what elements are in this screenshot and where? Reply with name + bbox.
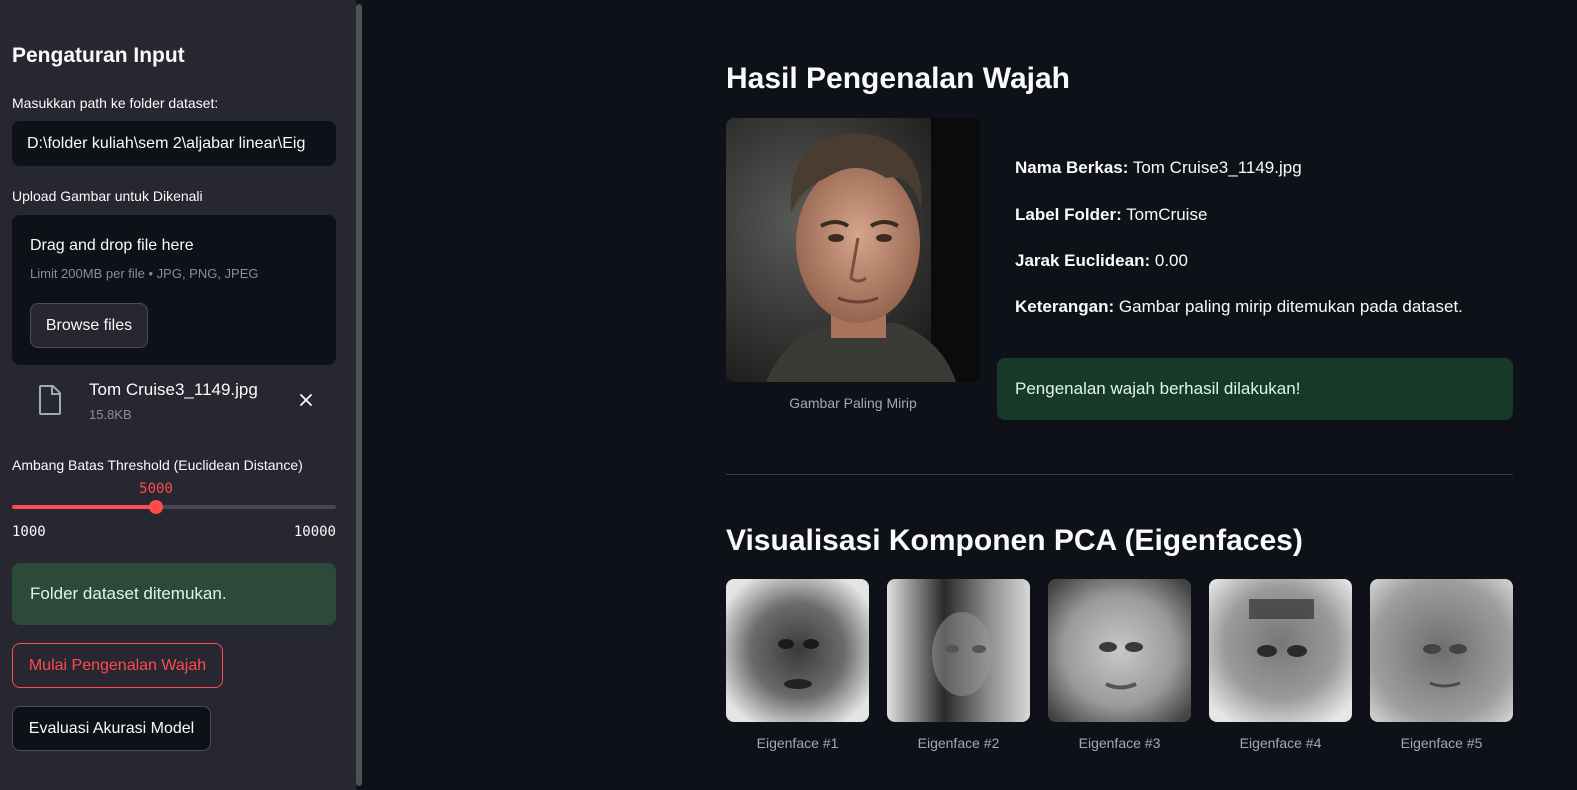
eigenface-caption-5: Eigenface #5 (1400, 735, 1483, 751)
eigenface-caption-4: Eigenface #4 (1239, 735, 1322, 751)
dataset-path-value: D:\folder kuliah\sem 2\aljabar linear\Ei… (27, 134, 306, 152)
info-folder-label-key: Label Folder: (1015, 205, 1122, 224)
slider-fill (12, 505, 156, 509)
eigenface-caption-3: Eigenface #3 (1078, 735, 1161, 751)
info-file-name-value: Tom Cruise3_1149.jpg (1132, 158, 1302, 177)
recognition-success-alert: Pengenalan wajah berhasil dilakukan! (997, 358, 1513, 420)
eigenface-image-3 (1048, 579, 1191, 722)
info-description-key: Keterangan: (1015, 297, 1115, 316)
eigenface-image-4 (1209, 579, 1352, 722)
dataset-path-label: Masukkan path ke folder dataset: (12, 95, 219, 111)
info-description-value: Gambar paling mirip ditemukan pada datas… (1118, 297, 1463, 316)
info-file-name: Nama Berkas: Tom Cruise3_1149.jpg (1015, 158, 1302, 178)
info-file-name-key: Nama Berkas: (1015, 158, 1129, 177)
dataset-found-alert: Folder dataset ditemukan. (12, 563, 336, 625)
sidebar-heading: Pengaturan Input (12, 44, 185, 67)
dataset-path-input[interactable]: D:\folder kuliah\sem 2\aljabar linear\Ei… (12, 121, 336, 166)
app: Pengaturan Input Masukkan path ke folder… (0, 0, 1577, 790)
sidebar-scrollbar[interactable] (356, 4, 362, 786)
info-folder-label-value: TomCruise (1126, 205, 1208, 224)
info-euclidean-distance: Jarak Euclidean: 0.00 (1015, 251, 1188, 271)
result-title: Hasil Pengenalan Wajah (726, 62, 1070, 95)
slider-min-label: 1000 (12, 524, 46, 540)
file-dropzone[interactable]: Drag and drop file here Limit 200MB per … (12, 215, 336, 365)
eigenfaces-title: Visualisasi Komponen PCA (Eigenfaces) (726, 524, 1303, 557)
threshold-value: 5000 (139, 481, 173, 497)
threshold-slider[interactable] (12, 500, 336, 514)
threshold-label: Ambang Batas Threshold (Euclidean Distan… (12, 457, 303, 473)
eigenface-image-5 (1370, 579, 1513, 722)
info-folder-label: Label Folder: TomCruise (1015, 205, 1207, 225)
evaluate-accuracy-button[interactable]: Evaluasi Akurasi Model (12, 706, 211, 751)
eigenface-image-2 (887, 579, 1030, 722)
eigenface-caption-1: Eigenface #1 (756, 735, 839, 751)
upload-label: Upload Gambar untuk Dikenali (12, 188, 203, 204)
slider-max-label: 10000 (293, 524, 336, 540)
close-icon[interactable] (298, 392, 314, 413)
uploaded-file-row: Tom Cruise3_1149.jpg 15.8KB (12, 372, 336, 432)
info-euclidean-key: Jarak Euclidean: (1015, 251, 1151, 270)
divider (726, 474, 1513, 475)
matched-photo-caption: Gambar Paling Mirip (789, 395, 917, 411)
eigenface-caption-2: Eigenface #2 (917, 735, 1000, 751)
slider-thumb[interactable] (149, 500, 163, 514)
file-icon (38, 385, 62, 420)
eigenface-image-1 (726, 579, 869, 722)
uploaded-file-size: 15.8KB (89, 407, 132, 422)
uploaded-file-name: Tom Cruise3_1149.jpg (89, 380, 258, 399)
sidebar: Pengaturan Input Masukkan path ke folder… (0, 0, 356, 790)
dropzone-title: Drag and drop file here (30, 237, 194, 254)
matched-face-photo (726, 118, 980, 382)
browse-files-button[interactable]: Browse files (30, 303, 148, 348)
info-description: Keterangan: Gambar paling mirip ditemuka… (1015, 297, 1463, 317)
info-euclidean-value: 0.00 (1154, 251, 1188, 270)
start-recognition-button[interactable]: Mulai Pengenalan Wajah (12, 643, 223, 688)
dropzone-subtitle: Limit 200MB per file • JPG, PNG, JPEG (30, 266, 259, 281)
